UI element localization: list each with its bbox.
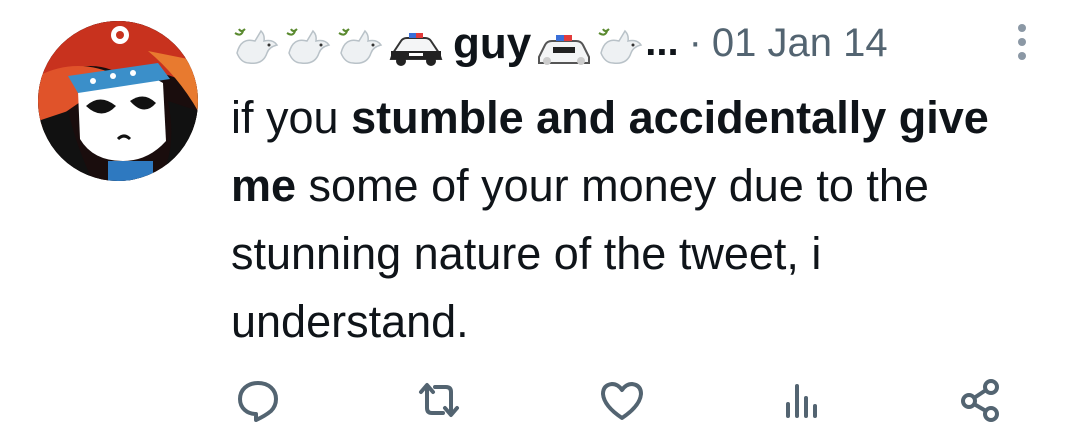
dove-icon	[283, 23, 333, 73]
tweet-date[interactable]: 01 Jan 14	[712, 23, 888, 63]
avatar[interactable]	[38, 21, 198, 181]
tweet-text-part: if you	[231, 92, 352, 143]
avatar-image	[38, 21, 198, 181]
action-bar	[0, 374, 1080, 426]
tweet-header: guy ... · 01 Jan 14	[231, 18, 888, 78]
dove-icon	[335, 23, 385, 73]
retweet-icon[interactable]	[413, 374, 465, 426]
police-car-icon	[535, 23, 593, 73]
tweet-text: if you stumble and accidentally give me …	[231, 84, 1041, 356]
display-name[interactable]: guy	[453, 22, 531, 66]
like-icon[interactable]	[596, 374, 648, 426]
tweet-text-part: some of your money due to the stunning n…	[231, 160, 929, 347]
tweet[interactable]: guy ... · 01 Jan 14 if you stumble and a…	[0, 0, 1080, 427]
views-icon[interactable]	[776, 374, 828, 426]
reply-icon[interactable]	[232, 374, 284, 426]
share-icon[interactable]	[955, 374, 1007, 426]
separator-dot: ·	[688, 19, 702, 64]
name-truncation: ...	[645, 20, 679, 64]
dove-icon	[231, 23, 281, 73]
police-car-icon	[387, 23, 445, 73]
dove-icon	[595, 23, 645, 73]
more-options-icon[interactable]	[1010, 24, 1034, 64]
